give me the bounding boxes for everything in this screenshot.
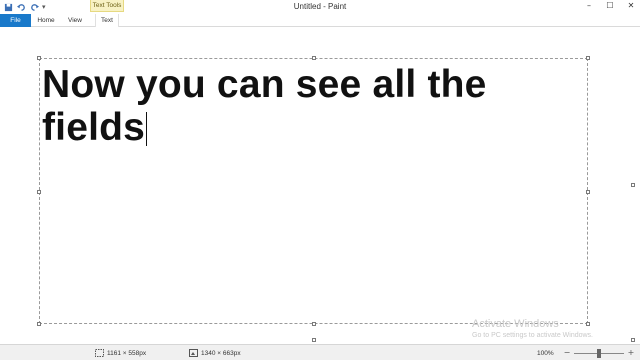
- undo-icon[interactable]: [16, 2, 26, 12]
- text-line: fields: [42, 106, 146, 149]
- canvas-resize-handle-bottom[interactable]: [312, 338, 316, 342]
- minimize-button[interactable]: –: [584, 1, 594, 11]
- resize-handle-bottom-left[interactable]: [37, 322, 41, 326]
- window-controls: – ☐ ✕: [584, 1, 636, 11]
- resize-handle-top-left[interactable]: [37, 56, 41, 60]
- text-caret: [146, 112, 148, 146]
- close-button[interactable]: ✕: [626, 1, 636, 11]
- text-tools-context-tab: Text Tools: [90, 0, 124, 12]
- ribbon-tabs: File Home View Text: [0, 14, 640, 27]
- paint-window: ▾ Text Tools Untitled - Paint – ☐ ✕ File…: [0, 0, 640, 360]
- maximize-button[interactable]: ☐: [605, 1, 615, 11]
- image-size: 1340 × 663px: [189, 345, 241, 360]
- status-bar: 1161 × 558px 1340 × 663px 100% − +: [0, 344, 640, 360]
- watermark-subtitle: Go to PC settings to activate Windows.: [472, 332, 593, 339]
- zoom-out-button[interactable]: −: [563, 349, 571, 357]
- save-icon[interactable]: [3, 2, 13, 12]
- zoom-level: 100%: [537, 349, 554, 357]
- activation-watermark: Activate Windows Go to PC settings to ac…: [472, 318, 632, 340]
- resize-handle-bottom[interactable]: [312, 322, 316, 326]
- typed-text[interactable]: Now you can see all the fields: [42, 63, 562, 149]
- tab-file[interactable]: File: [0, 14, 31, 27]
- text-box[interactable]: Now you can see all the fields: [37, 56, 590, 326]
- resize-handle-left[interactable]: [37, 190, 41, 194]
- image-size-label: 1340 × 663px: [201, 349, 241, 357]
- tab-text[interactable]: Text: [95, 14, 119, 27]
- watermark-title: Activate Windows: [472, 318, 559, 330]
- selection-icon: [95, 349, 104, 357]
- text-line: Now you can see all the: [42, 63, 487, 106]
- redo-icon[interactable]: [29, 2, 39, 12]
- selection-size-label: 1161 × 558px: [107, 349, 147, 357]
- resize-handle-top-right[interactable]: [586, 56, 590, 60]
- title-bar: ▾ Text Tools Untitled - Paint – ☐ ✕: [0, 0, 640, 14]
- text-line-with-caret: fields: [42, 106, 562, 149]
- canvas-resize-handle-right[interactable]: [631, 183, 635, 187]
- image-size-icon: [189, 349, 198, 357]
- tab-home[interactable]: Home: [33, 14, 59, 27]
- customize-chevron-icon[interactable]: ▾: [42, 3, 46, 11]
- zoom-in-button[interactable]: +: [627, 349, 635, 357]
- quick-access-toolbar: ▾: [3, 1, 46, 13]
- resize-handle-right[interactable]: [586, 190, 590, 194]
- drawing-canvas[interactable]: Now you can see all the fields: [0, 28, 630, 344]
- selection-size: 1161 × 558px: [95, 345, 146, 360]
- canvas-workspace: Now you can see all the fields Activate …: [0, 28, 640, 344]
- resize-handle-top[interactable]: [312, 56, 316, 60]
- zoom-slider-thumb[interactable]: [597, 349, 601, 358]
- tab-view[interactable]: View: [63, 14, 87, 27]
